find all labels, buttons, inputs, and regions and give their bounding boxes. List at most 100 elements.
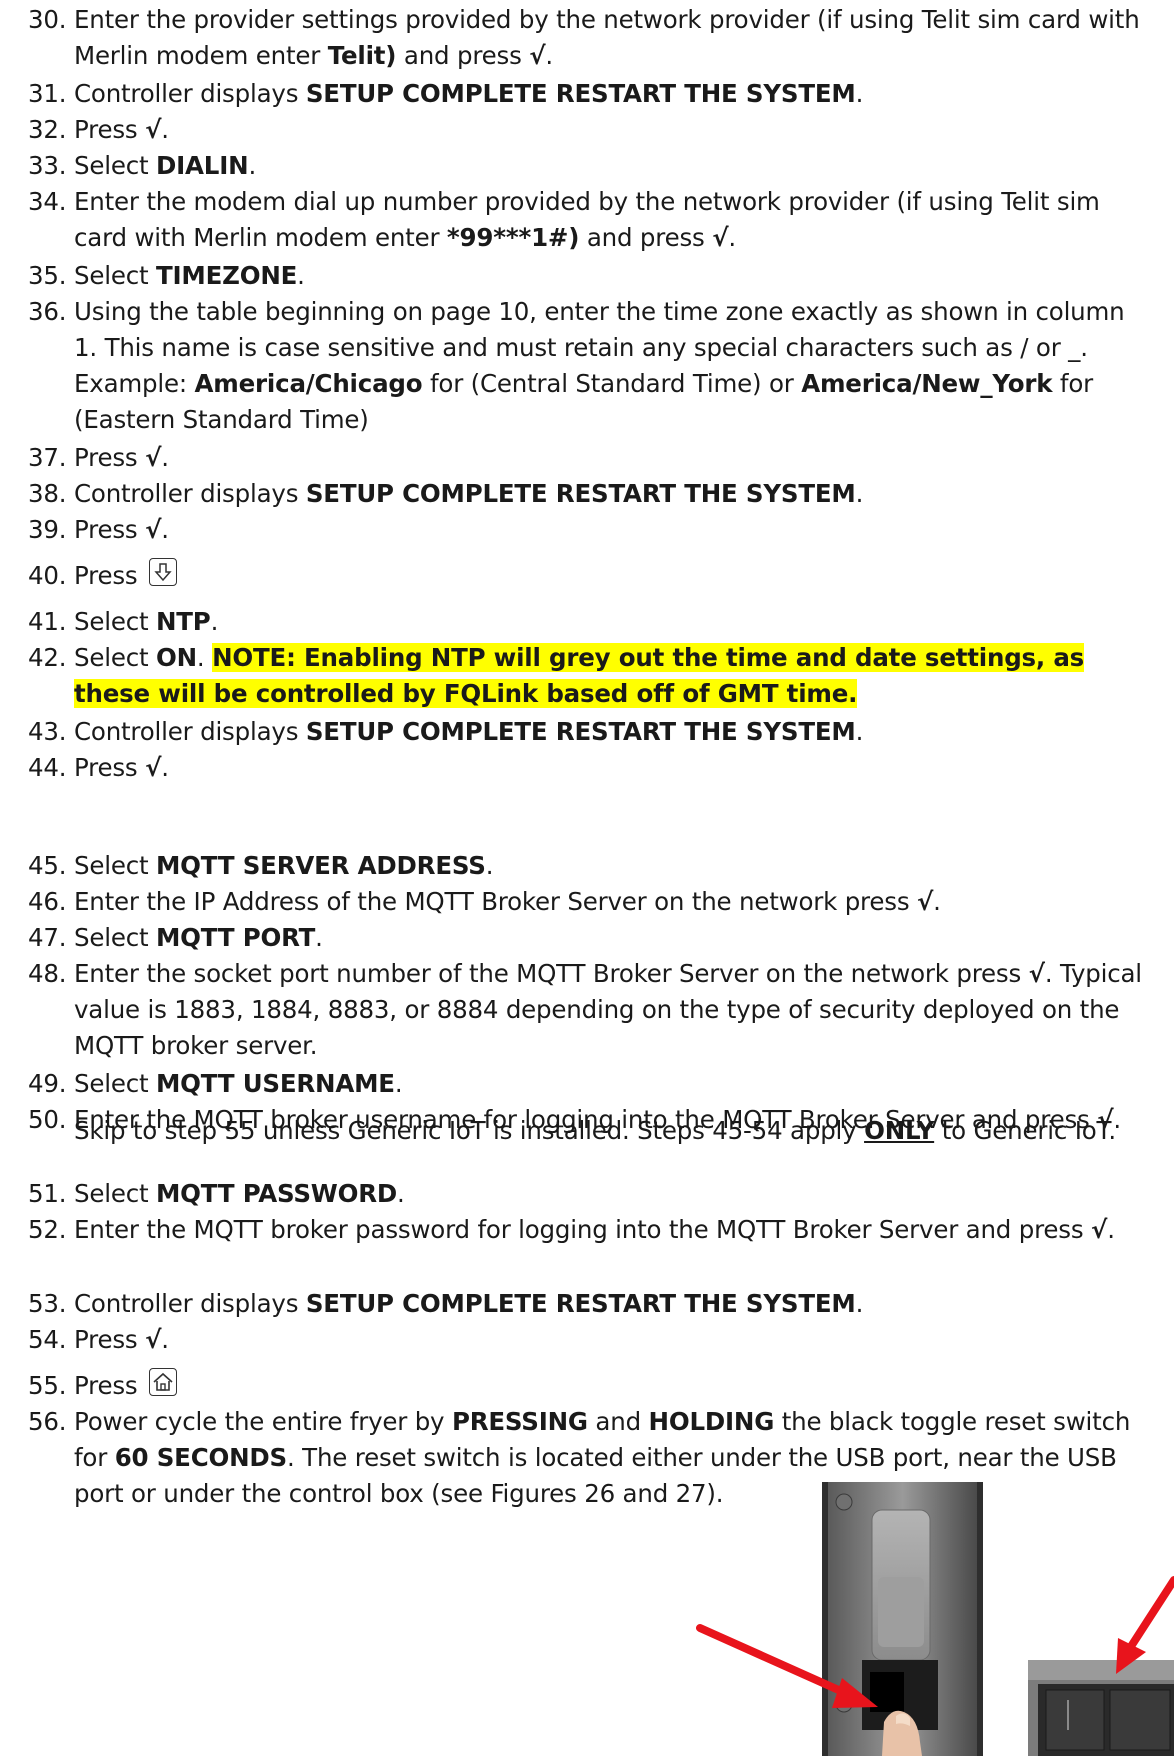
step-38: 38. Controller displays SETUP COMPLETE RE… <box>28 476 1148 512</box>
home-key-icon <box>149 1368 178 1396</box>
step-text: Controller displays SETUP COMPLETE RESTA… <box>74 1286 1148 1322</box>
step-42: 42. Select ON. NOTE: Enabling NTP will gr… <box>28 640 1148 712</box>
usb-reset-switch-illustration <box>822 1482 983 1756</box>
plain-text: Controller displays <box>74 717 306 746</box>
plain-text: and press <box>396 41 530 70</box>
generic-iot-note: Skip to step 55 unless Generic IoT is in… <box>74 1113 1154 1149</box>
plain-text: Controller displays <box>74 479 306 508</box>
plain-text: Controller displays <box>74 1289 306 1318</box>
step-39: 39. Press √. <box>28 512 1148 548</box>
plain-text: . <box>161 1325 169 1354</box>
bold-text: √ <box>145 443 162 472</box>
step-text: Enter the IP Address of the MQTT Broker … <box>74 884 1148 920</box>
bold-text: √ <box>1028 959 1045 988</box>
step-number: 53. <box>28 1289 67 1318</box>
plain-text: . <box>1107 1215 1115 1244</box>
note-emphasis-only: ONLY <box>864 1116 935 1145</box>
step-number: 49. <box>28 1069 67 1098</box>
step-number: 54. <box>28 1325 67 1354</box>
step-text: Enter the modem dial up number provided … <box>74 184 1148 256</box>
step-35: 35. Select TIMEZONE. <box>28 258 1148 294</box>
step-number: 38. <box>28 479 67 508</box>
plain-text: . <box>933 887 941 916</box>
step-text: Press √. <box>74 1322 1148 1358</box>
usb-reset-switch-photo <box>822 1482 983 1756</box>
plain-text: and <box>587 1407 649 1436</box>
step-number: 42. <box>28 643 67 672</box>
step-number: 32. <box>28 115 67 144</box>
plain-text: . <box>297 261 305 290</box>
step-text: Controller displays SETUP COMPLETE RESTA… <box>74 476 1148 512</box>
plain-text: Enter the socket port number of the MQTT… <box>74 959 1029 988</box>
step-49: 49. Select MQTT USERNAME. <box>28 1066 1148 1102</box>
step-37: 37. Press √. <box>28 440 1148 476</box>
plain-text: Enter the MQTT broker password for loggi… <box>74 1215 1092 1244</box>
plain-text: . <box>855 79 864 108</box>
bold-text: SETUP COMPLETE RESTART THE SYSTEM <box>305 1289 856 1318</box>
step-text: Enter the MQTT broker password for loggi… <box>74 1212 1148 1248</box>
step-number: 48. <box>28 959 67 988</box>
step-31: 31. Controller displays SETUP COMPLETE RE… <box>28 76 1148 112</box>
step-text: Select MQTT PASSWORD. <box>74 1176 1148 1212</box>
step-text: Press √. <box>74 512 1148 548</box>
step-number: 41. <box>28 607 67 636</box>
step-number: 44. <box>28 753 67 782</box>
step-number: 45. <box>28 851 67 880</box>
step-text: Press <box>74 558 1148 594</box>
bold-text: √ <box>1091 1215 1108 1244</box>
step-text: Using the table beginning on page 10, en… <box>74 294 1148 438</box>
step-number: 47. <box>28 923 67 952</box>
bold-text: √ <box>529 41 546 70</box>
plain-text: Press <box>74 753 146 782</box>
plain-text: . <box>161 443 169 472</box>
step-47: 47. Select MQTT PORT. <box>28 920 1148 956</box>
down-arrow-key-icon <box>149 558 178 586</box>
plain-text: Press <box>74 1325 146 1354</box>
plain-text: . <box>161 115 169 144</box>
plain-text: . <box>855 479 864 508</box>
bold-text: America/Chicago <box>194 369 423 398</box>
step-text: Select MQTT PORT. <box>74 920 1148 956</box>
highlighted-note: NOTE: Enabling NTP will grey out the tim… <box>74 643 1085 708</box>
plain-text: . <box>485 851 494 880</box>
step-40: 40. Press <box>28 558 1148 594</box>
step-text: Select DIALIN. <box>74 148 1148 184</box>
bold-text: NTP <box>155 607 211 636</box>
bold-text: SETUP COMPLETE RESTART THE SYSTEM <box>305 79 856 108</box>
plain-text: . <box>394 1069 403 1098</box>
bold-text: SETUP COMPLETE RESTART THE SYSTEM <box>305 717 856 746</box>
step-48: 48. Enter the socket port number of the M… <box>28 956 1148 1064</box>
plain-text: Enter the IP Address of the MQTT Broker … <box>74 887 917 916</box>
bold-text: DIALIN <box>155 151 249 180</box>
step-text: Power cycle the entire fryer by PRESSING… <box>74 1404 1148 1512</box>
step-text: Select MQTT SERVER ADDRESS. <box>74 848 1148 884</box>
step-number: 34. <box>28 187 67 216</box>
plain-text: . <box>161 515 169 544</box>
bold-text: PRESSING <box>451 1407 588 1436</box>
bold-text: 60 SECONDS <box>114 1443 288 1472</box>
step-30: 30. Enter the provider settings provided … <box>28 2 1148 74</box>
step-number: 50. <box>28 1105 67 1134</box>
note-text-before: Skip to step 55 unless Generic IoT is in… <box>74 1116 865 1145</box>
step-number: 37. <box>28 443 67 472</box>
plain-text: . <box>855 1289 864 1318</box>
bold-text: *99***1#) <box>446 223 580 252</box>
plain-text: Press <box>74 515 146 544</box>
plain-text: Select <box>74 1179 156 1208</box>
bold-text: SETUP COMPLETE RESTART THE SYSTEM <box>305 479 856 508</box>
bold-text: √ <box>145 515 162 544</box>
control-box-switch-illustration <box>1028 1660 1174 1756</box>
step-53: 53. Controller displays SETUP COMPLETE RE… <box>28 1286 1148 1322</box>
step-number: 33. <box>28 151 67 180</box>
bold-text: TIMEZONE <box>155 261 298 290</box>
step-text: Select ON. NOTE: Enabling NTP will grey … <box>74 640 1148 712</box>
plain-text: Select <box>74 261 156 290</box>
bold-text: √ <box>145 115 162 144</box>
step-45: 45. Select MQTT SERVER ADDRESS. <box>28 848 1148 884</box>
plain-text: . <box>545 41 553 70</box>
plain-text: . <box>397 1179 405 1208</box>
step-51: 51. Select MQTT PASSWORD. <box>28 1176 1148 1212</box>
bold-text: √ <box>145 753 162 782</box>
plain-text: . <box>315 923 323 952</box>
bold-text: Telit) <box>327 41 397 70</box>
